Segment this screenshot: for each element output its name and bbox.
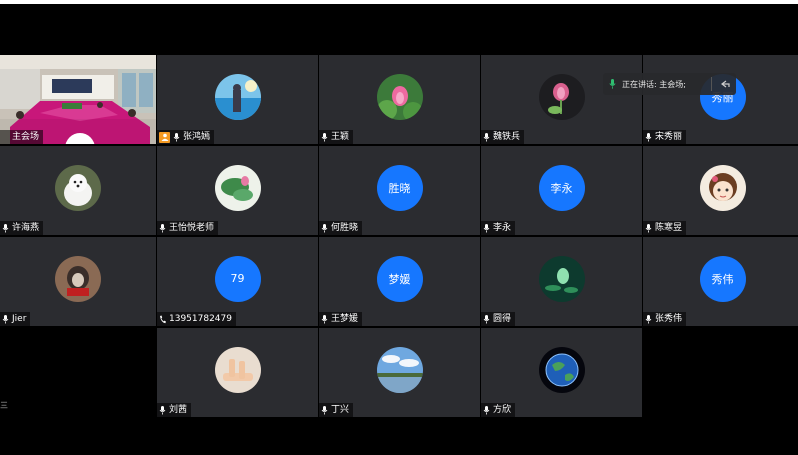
participant-tile[interactable]: 方欣 [481, 328, 642, 417]
participant-tile[interactable]: 王颖 [319, 55, 480, 144]
mic-icon [159, 405, 166, 415]
participant-name: 魏铁兵 [493, 132, 521, 142]
participant-name: 李永 [493, 223, 512, 233]
participant-tile[interactable]: 张鸿嫣 [157, 55, 318, 144]
participant-name: Jier [12, 314, 27, 324]
participant-name-bar: 宋秀丽 [643, 130, 687, 144]
mic-icon [173, 132, 180, 142]
participant-name-bar: 李永 [481, 221, 516, 235]
side-label: 三 [0, 401, 8, 410]
mic-icon [645, 132, 652, 142]
participant-tile[interactable]: Jier [0, 237, 156, 326]
participant-name: 圆得 [493, 314, 512, 324]
phone-icon [159, 315, 166, 324]
participant-tile[interactable]: 丁兴 [319, 328, 480, 417]
participant-name: 方欣 [493, 405, 512, 415]
participant-name-bar: 魏铁兵 [481, 130, 525, 144]
participant-name-bar: 王怡悦老师 [157, 221, 219, 235]
mic-icon [483, 405, 490, 415]
participant-name: 刘茜 [169, 405, 188, 415]
participant-name-bar: 主会场 [0, 130, 95, 144]
participant-name: 王梦媛 [331, 314, 359, 324]
participant-name-bar: 陈寒昱 [643, 221, 687, 235]
participant-name-bar: Jier [0, 312, 31, 326]
collapse-arrow-icon[interactable] [718, 77, 732, 91]
participant-tile[interactable]: 许海燕 [0, 146, 156, 235]
mic-icon [159, 223, 166, 233]
participant-tile[interactable]: 圆得 [481, 237, 642, 326]
participant-name: 王怡悦老师 [169, 223, 215, 233]
participant-tile[interactable]: 魏铁兵 [481, 55, 642, 144]
participant-name-bar: 圆得 [481, 312, 516, 326]
empty-tile [643, 328, 798, 417]
empty-tile: 三 [0, 328, 156, 417]
participant-avatar: 李永 [538, 164, 585, 211]
participant-name-bar: 王颖 [319, 130, 354, 144]
participant-tile[interactable]: 刘茜 [157, 328, 318, 417]
mic-icon [645, 223, 652, 233]
participant-tile[interactable]: 胜晓 何胜晓 [319, 146, 480, 235]
participant-name: 张鸿嫣 [183, 132, 211, 142]
participant-name-bar: 张鸿嫣 [157, 130, 215, 144]
participant-tile-main-venue[interactable]: 主会场 [0, 55, 156, 144]
participant-name-bar: 13951782479 [157, 312, 236, 326]
mic-icon [321, 132, 328, 142]
participant-name: 许海燕 [12, 223, 40, 233]
mic-icon [321, 223, 328, 233]
participant-name: 陈寒昱 [655, 223, 683, 233]
mic-icon [2, 223, 9, 233]
participant-avatar [214, 73, 261, 120]
video-grid: 主会场 张鸿嫣 王颖 魏铁兵 秀丽 宋秀丽 许海燕 王怡悦老师 胜晓 何胜晓 李… [0, 55, 798, 419]
participant-tile[interactable]: 秀丽 宋秀丽 [643, 55, 798, 144]
participant-name-bar: 何胜晓 [319, 221, 363, 235]
speaking-indicator[interactable]: 正在讲话: 主会场; [603, 73, 736, 95]
participant-avatar [55, 164, 101, 211]
speaking-label: 正在讲话: 主会场; [622, 79, 686, 89]
participant-avatar [538, 255, 585, 302]
window-top-strip [0, 0, 798, 4]
mic-icon [2, 314, 9, 324]
participant-name-bar: 方欣 [481, 403, 516, 417]
participant-name: 13951782479 [169, 314, 232, 324]
participant-tile[interactable]: 梦媛 王梦媛 [319, 237, 480, 326]
participant-avatar [538, 346, 585, 393]
participant-name-bar: 王梦媛 [319, 312, 363, 326]
mic-icon [645, 314, 652, 324]
participant-name: 主会场 [12, 132, 40, 142]
mic-icon [321, 405, 328, 415]
participant-name-bar: 刘茜 [157, 403, 192, 417]
participant-avatar [538, 73, 585, 120]
participant-tile[interactable]: 王怡悦老师 [157, 146, 318, 235]
participant-avatar [376, 346, 423, 393]
mic-icon [483, 314, 490, 324]
participant-avatar [55, 255, 101, 302]
participant-avatar: 梦媛 [376, 255, 423, 302]
participant-tile[interactable]: 陈寒昱 [643, 146, 798, 235]
mic-icon [483, 223, 490, 233]
participant-tile[interactable]: 79 13951782479 [157, 237, 318, 326]
participant-name-bar: 许海燕 [0, 221, 44, 235]
host-badge-icon [159, 131, 170, 143]
participant-name: 张秀伟 [655, 314, 683, 324]
mic-icon [483, 132, 490, 142]
participant-avatar: 胜晓 [376, 164, 423, 211]
divider [711, 77, 712, 91]
participant-name: 王颖 [331, 132, 350, 142]
participant-name-bar: 张秀伟 [643, 312, 687, 326]
participant-avatar [214, 346, 261, 393]
mic-icon [321, 314, 328, 324]
participant-avatar [214, 164, 261, 211]
participant-name: 何胜晓 [331, 223, 359, 233]
mic-icon [609, 79, 616, 89]
mic-icon [2, 132, 95, 144]
participant-avatar [699, 164, 746, 211]
participant-tile[interactable]: 李永 李永 [481, 146, 642, 235]
participant-tile[interactable]: 秀伟 张秀伟 [643, 237, 798, 326]
participant-avatar: 79 [214, 255, 261, 302]
participant-name: 宋秀丽 [655, 132, 683, 142]
participant-name: 丁兴 [331, 405, 350, 415]
participant-avatar: 秀伟 [699, 255, 746, 302]
participant-name-bar: 丁兴 [319, 403, 354, 417]
participant-avatar [376, 73, 423, 120]
